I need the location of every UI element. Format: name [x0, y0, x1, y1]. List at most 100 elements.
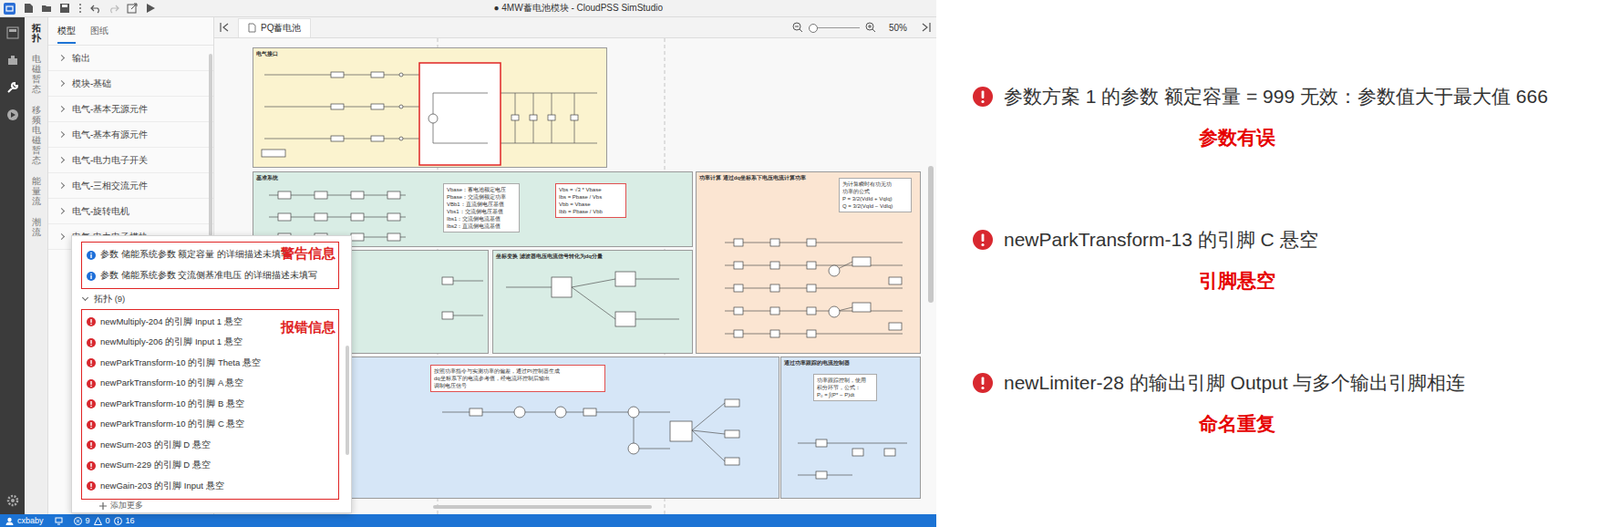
zoom-in-icon[interactable]: [865, 21, 877, 33]
component-box[interactable]: [350, 233, 364, 241]
wire[interactable]: [433, 143, 488, 145]
component-box[interactable]: [387, 191, 401, 199]
component-box[interactable]: [350, 191, 364, 199]
category-row[interactable]: 电气-基本有源元件: [48, 122, 214, 148]
category-row[interactable]: 输出: [48, 45, 214, 72]
component-box[interactable]: [733, 307, 744, 315]
wire[interactable]: [797, 443, 908, 444]
category-row[interactable]: 模块-基础: [48, 71, 214, 97]
component-box[interactable]: [469, 408, 483, 416]
error-item[interactable]: newMultiply-206 的引脚 Input 1 悬空: [82, 332, 339, 354]
component-box[interactable]: [278, 191, 291, 199]
error-item[interactable]: newParkTransform-10 的引脚 B 悬空: [82, 393, 339, 415]
component-box[interactable]: [852, 448, 864, 456]
warning-item[interactable]: 参数 储能系统参数 交流侧基准电压 的详细描述未填写: [82, 265, 339, 287]
component-box[interactable]: [387, 213, 401, 221]
collapse-icon[interactable]: [219, 21, 231, 33]
component-box[interactable]: [806, 238, 816, 247]
component-box[interactable]: [852, 257, 871, 267]
component-box[interactable]: [314, 191, 328, 199]
component-box[interactable]: [733, 238, 744, 247]
component-box[interactable]: [806, 261, 816, 269]
component-box[interactable]: [770, 307, 780, 315]
new-file-icon[interactable]: [22, 2, 34, 14]
component-box[interactable]: [770, 238, 780, 247]
category-row[interactable]: 电气-电力电子开关: [48, 147, 214, 174]
component-box[interactable]: [724, 457, 740, 465]
component-box[interactable]: [884, 448, 896, 456]
expand-icon[interactable]: [919, 21, 931, 33]
component-box[interactable]: [733, 330, 744, 338]
component-box[interactable]: [888, 322, 902, 331]
component-box[interactable]: [815, 471, 827, 479]
wire[interactable]: [691, 430, 725, 434]
component-box[interactable]: [815, 439, 827, 447]
view-tab[interactable]: 电磁暂态: [31, 53, 42, 94]
component-box[interactable]: [387, 233, 401, 241]
zoom-slider[interactable]: [808, 27, 860, 29]
component-box[interactable]: [330, 72, 344, 78]
component-box[interactable]: [770, 284, 780, 292]
horizontal-scrollbar[interactable]: [433, 505, 652, 509]
scrollbar[interactable]: [208, 53, 213, 237]
component-box[interactable]: [529, 114, 537, 121]
add-more-button[interactable]: 添加更多: [72, 499, 351, 513]
error-item[interactable]: newGain-203 的引脚 Input 悬空: [82, 475, 339, 497]
component-box[interactable]: [770, 261, 780, 269]
component-node[interactable]: [399, 72, 403, 77]
error-item[interactable]: newParkTransform-10 的引脚 A 悬空: [82, 373, 339, 395]
component-node[interactable]: [628, 443, 640, 455]
run-icon[interactable]: [144, 2, 156, 14]
component-box[interactable]: [733, 261, 744, 269]
diagram-block[interactable]: 坐标变换 滤波器电压电流信号转化为dq分量: [492, 249, 693, 354]
component-box[interactable]: [371, 72, 384, 78]
view-tab[interactable]: 拓扑: [31, 22, 42, 43]
gear-icon[interactable]: [6, 494, 20, 507]
zoom-out-icon[interactable]: [792, 21, 804, 33]
component-node[interactable]: [828, 306, 840, 318]
view-tab[interactable]: 潮流: [31, 216, 42, 238]
redo-icon[interactable]: [108, 2, 120, 14]
category-row[interactable]: 电气-基本无源元件: [48, 96, 214, 123]
error-item[interactable]: newSum-203 的引脚 D 悬空: [82, 434, 339, 456]
component-box[interactable]: [330, 135, 344, 142]
view-tab[interactable]: 能量流: [31, 175, 42, 207]
topology-icon[interactable]: [6, 26, 20, 40]
plugin-icon[interactable]: [6, 53, 20, 67]
export-icon[interactable]: [126, 2, 138, 14]
more-icon[interactable]: [77, 2, 83, 14]
component-box[interactable]: [724, 430, 740, 438]
component-box[interactable]: [770, 330, 780, 338]
monitor-icon[interactable]: [54, 516, 63, 526]
diagram-note[interactable]: Vbs = √3 * VbaseIbs = Pbase / VbsVbb = V…: [555, 183, 627, 218]
component-box[interactable]: [724, 399, 740, 407]
scrollbar[interactable]: [345, 345, 350, 455]
wire[interactable]: [453, 280, 484, 282]
component-box[interactable]: [330, 103, 344, 110]
component-box[interactable]: [888, 277, 902, 285]
diagram-note[interactable]: Vbase：蓄电池额定电压Pbase：交流侧额定功率VBb1：直流侧电压基值Vb…: [443, 183, 520, 233]
component-node[interactable]: [428, 113, 438, 124]
panel-tab[interactable]: 图纸: [90, 19, 109, 44]
component-box[interactable]: [442, 277, 454, 285]
warning-count[interactable]: 0: [105, 516, 111, 526]
tools-icon[interactable]: [6, 81, 20, 94]
component-box[interactable]: [733, 284, 744, 292]
component-box[interactable]: [261, 149, 286, 157]
component-node[interactable]: [514, 406, 526, 418]
zoom-knob[interactable]: [808, 23, 818, 33]
editor-tab[interactable]: PQ蓄电池: [237, 18, 311, 38]
category-row[interactable]: 电气-三相交流元件: [48, 173, 214, 199]
component-node[interactable]: [828, 265, 840, 277]
component-node[interactable]: [555, 406, 567, 418]
wire[interactable]: [691, 430, 725, 462]
wire[interactable]: [635, 319, 680, 320]
component-node[interactable]: [628, 406, 640, 418]
undo-icon[interactable]: [90, 2, 102, 14]
component-box[interactable]: [278, 213, 291, 221]
wire[interactable]: [571, 287, 616, 320]
component-box[interactable]: [570, 114, 579, 121]
save-icon[interactable]: [59, 2, 71, 14]
error-item[interactable]: newParkTransform-10 的引脚 C 悬空: [82, 414, 339, 436]
component-box[interactable]: [806, 284, 816, 292]
